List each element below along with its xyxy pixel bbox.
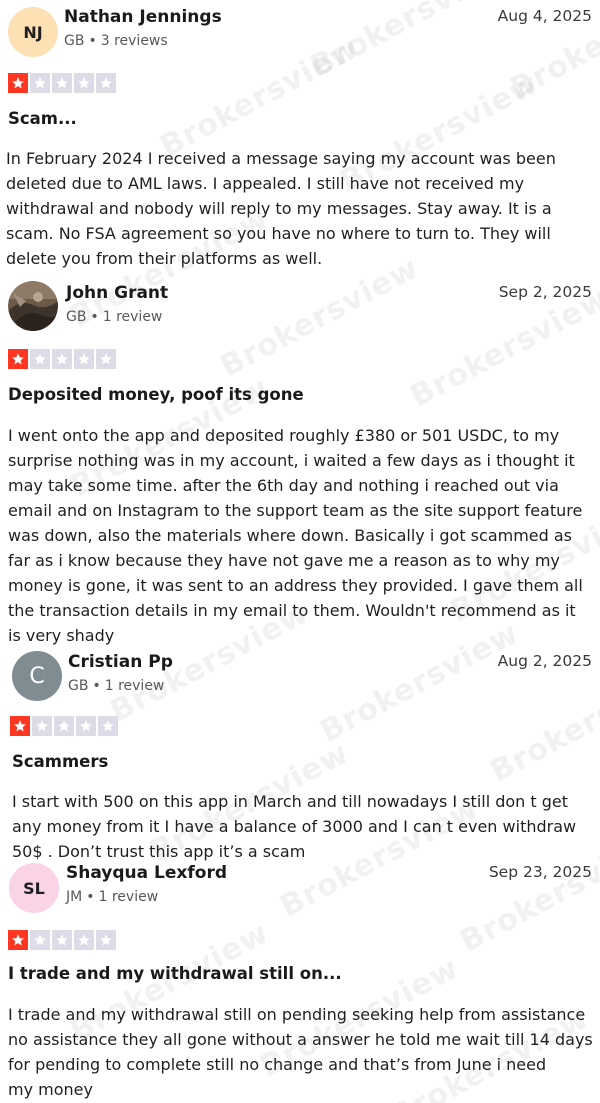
- avatar-initials: C: [29, 663, 45, 689]
- star-empty-icon: [30, 349, 50, 369]
- review-body-line: far as i know because they have not gave…: [8, 551, 560, 570]
- star-filled-icon: [8, 349, 28, 369]
- star-filled-icon: [10, 716, 30, 736]
- reviewer-meta: GB • 1 review: [68, 678, 165, 694]
- reviewer-name[interactable]: Nathan Jennings: [64, 7, 222, 27]
- reviews-page: Brokersview Brokersview Brokersview Brok…: [0, 0, 600, 1103]
- review-card: John Grant GB • 1 review Sep 2, 2025 Depos…: [0, 278, 600, 646]
- review-card: C Cristian Pp GB • 1 review Aug 2, 2025 Sc…: [0, 646, 600, 862]
- star-rating: [10, 716, 118, 736]
- review-body-line: money is gone, it was sent to an address…: [8, 576, 583, 595]
- star-empty-icon: [96, 349, 116, 369]
- review-body-line: deleted due to AML laws. I appealed. I s…: [6, 174, 525, 193]
- star-empty-icon: [30, 930, 50, 950]
- reviewer-name[interactable]: John Grant: [66, 283, 168, 303]
- review-body-line: In February 2024 I received a message sa…: [6, 149, 556, 168]
- review-body: I start with 500 on this app in March an…: [12, 789, 600, 864]
- star-empty-icon: [52, 73, 72, 93]
- reviewer-review-count: 1 review: [104, 678, 165, 694]
- star-empty-icon: [74, 349, 94, 369]
- star-empty-icon: [52, 930, 72, 950]
- review-body: I went onto the app and deposited roughl…: [8, 423, 598, 648]
- review-body-line: scam. No FSA agreement so you have no wh…: [6, 224, 551, 243]
- star-empty-icon: [96, 930, 116, 950]
- review-card: SL Shayqua Lexford JM • 1 review Sep 23, 2…: [0, 860, 600, 1103]
- avatar: NJ: [8, 7, 58, 57]
- star-filled-icon: [8, 930, 28, 950]
- reviewer-meta: GB • 1 review: [66, 309, 163, 325]
- review-body: In February 2024 I received a message sa…: [6, 146, 596, 271]
- reviewer-review-count: 3 reviews: [100, 33, 168, 49]
- review-body-line: surprise nothing was in my account, i wa…: [8, 451, 575, 470]
- review-body-line: may take some time. after the 6th day an…: [8, 476, 559, 495]
- review-title[interactable]: Deposited money, poof its gone: [8, 385, 304, 404]
- reviewer-meta: GB • 3 reviews: [64, 33, 168, 49]
- review-body: I trade and my withdrawal still on pendi…: [8, 1002, 598, 1102]
- star-rating: [8, 349, 116, 369]
- review-body-line: was down, also the materials where down.…: [8, 526, 573, 545]
- star-empty-icon: [52, 349, 72, 369]
- star-empty-icon: [98, 716, 118, 736]
- star-empty-icon: [96, 73, 116, 93]
- review-body-line: the transaction details in my email to t…: [8, 601, 576, 620]
- avatar: SL: [9, 863, 59, 913]
- review-body-line: no assistance they all gone without a an…: [8, 1030, 593, 1049]
- review-date: Aug 4, 2025: [497, 7, 592, 25]
- review-body-line: delete you from their platforms as well.: [6, 249, 323, 268]
- star-empty-icon: [54, 716, 74, 736]
- star-empty-icon: [30, 73, 50, 93]
- review-date: Aug 2, 2025: [497, 652, 592, 670]
- avatar: C: [12, 651, 62, 701]
- review-body-line: I went onto the app and deposited roughl…: [8, 426, 560, 445]
- review-body-line: email and on Instagram to the support te…: [8, 501, 583, 520]
- star-rating: [8, 930, 116, 950]
- reviewer-review-count: 1 review: [98, 889, 159, 905]
- review-body-line: any money from it I have a balance of 30…: [12, 817, 577, 836]
- review-card: NJ Nathan Jennings GB • 3 reviews Aug 4, 2…: [0, 0, 600, 278]
- avatar-initials: SL: [23, 878, 45, 898]
- review-title[interactable]: I trade and my withdrawal still on...: [8, 964, 342, 983]
- review-body-line: for pending to complete still no change …: [8, 1055, 547, 1074]
- review-body-line: I start with 500 on this app in March an…: [12, 792, 569, 811]
- reviewer-meta: JM • 1 review: [66, 889, 159, 905]
- reviewer-name[interactable]: Cristian Pp: [68, 652, 173, 672]
- avatar-initials: NJ: [23, 22, 43, 42]
- star-empty-icon: [74, 73, 94, 93]
- avatar: [8, 281, 58, 331]
- review-date: Sep 2, 2025: [498, 283, 592, 301]
- star-empty-icon: [74, 930, 94, 950]
- reviewer-country: JM: [66, 889, 83, 905]
- star-filled-icon: [8, 73, 28, 93]
- reviewer-review-count: 1 review: [102, 309, 163, 325]
- star-empty-icon: [76, 716, 96, 736]
- review-body-line: my money: [8, 1080, 93, 1099]
- star-empty-icon: [32, 716, 52, 736]
- review-body-line: withdrawal and nobody will reply to my m…: [6, 199, 552, 218]
- reviewer-name[interactable]: Shayqua Lexford: [66, 863, 227, 883]
- review-date: Sep 23, 2025: [488, 863, 592, 881]
- reviewer-country: GB: [68, 678, 89, 694]
- review-body-line: I trade and my withdrawal still on pendi…: [8, 1005, 586, 1024]
- reviewer-country: GB: [64, 33, 85, 49]
- review-body-line: is very shady: [8, 626, 115, 645]
- avatar-photo-icon: [8, 281, 58, 331]
- review-title[interactable]: Scammers: [12, 752, 108, 771]
- star-rating: [8, 73, 116, 93]
- review-title[interactable]: Scam...: [8, 109, 77, 128]
- reviewer-country: GB: [66, 309, 87, 325]
